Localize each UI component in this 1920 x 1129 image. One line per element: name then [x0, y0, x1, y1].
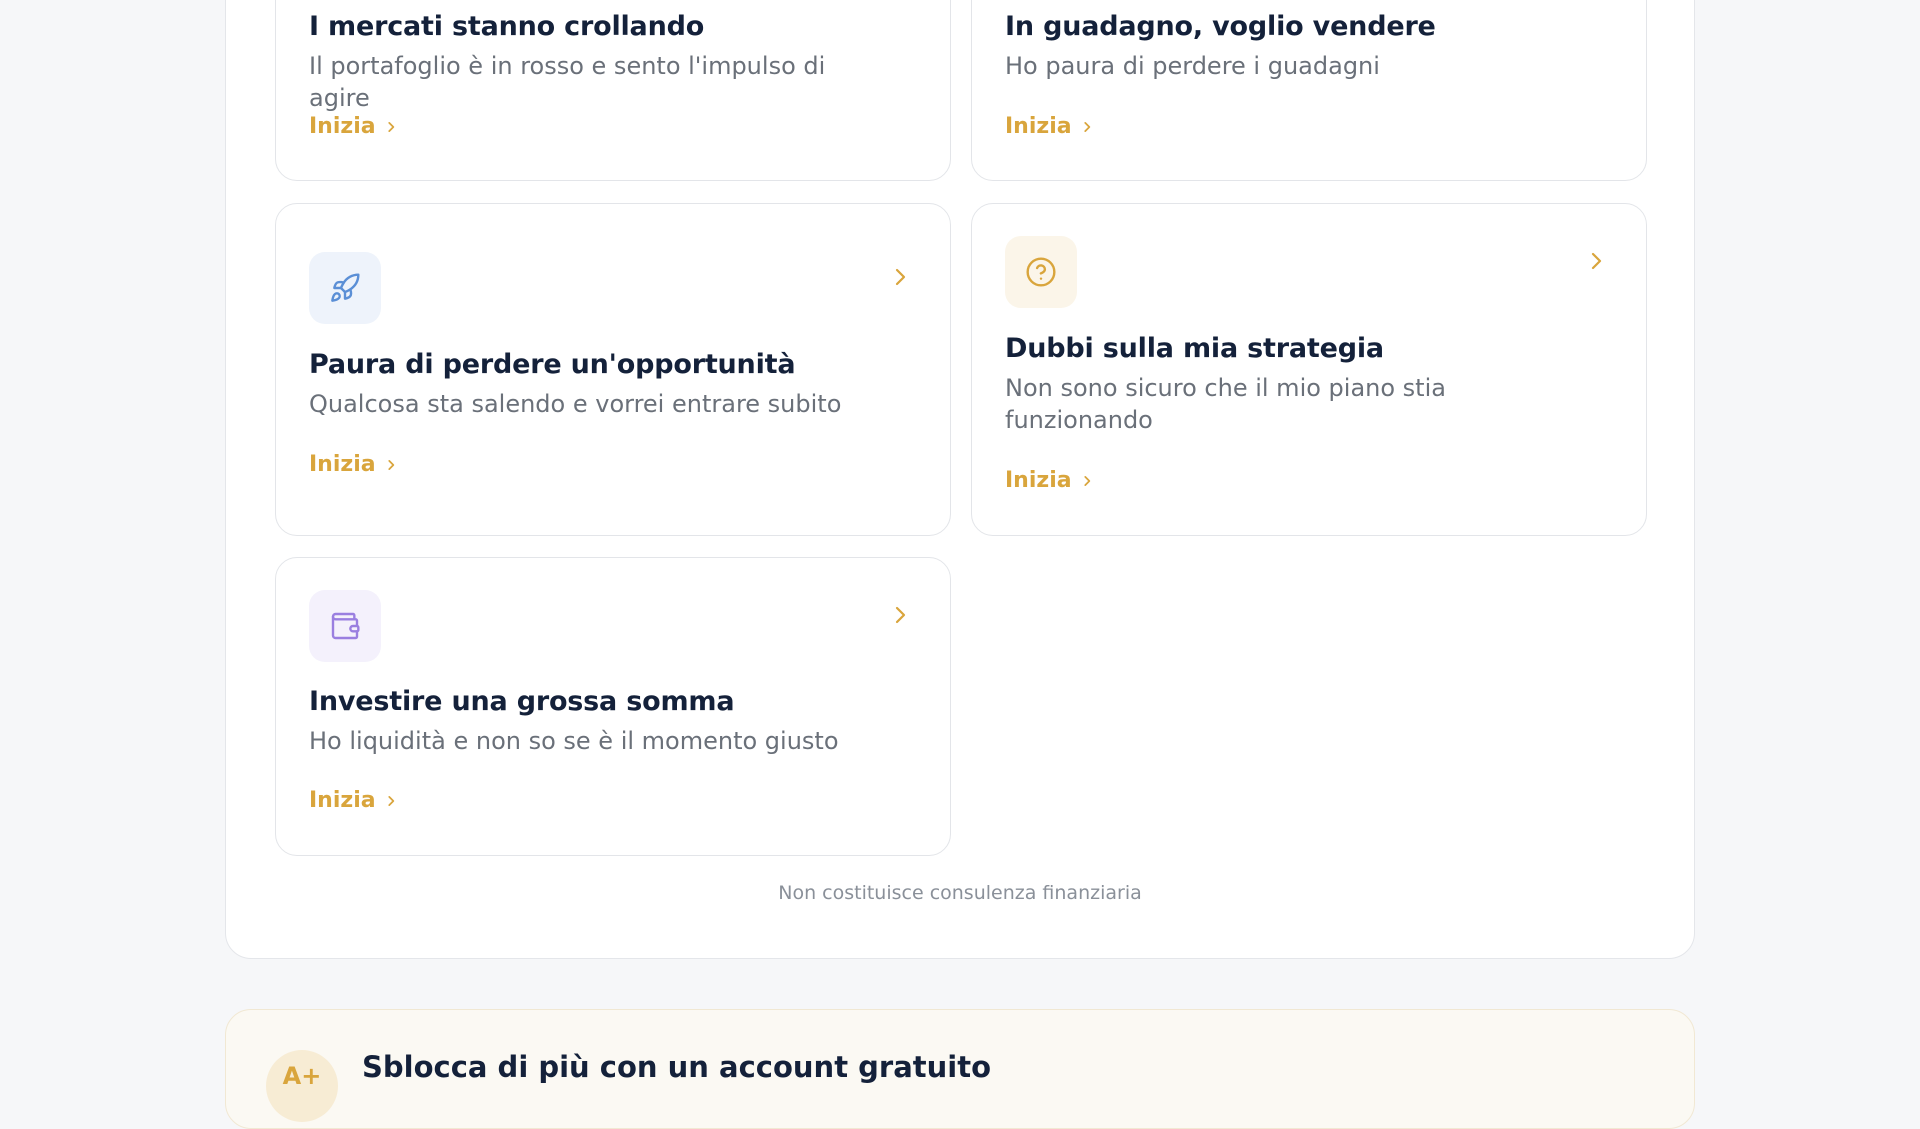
chevron-right-icon: [387, 459, 394, 470]
promo-title: Sblocca di più con un account gratuito: [362, 1050, 992, 1084]
signup-promo-banner[interactable]: A+ Sblocca di più con un account gratuit…: [225, 1009, 1695, 1129]
start-label: Inizia: [1005, 114, 1072, 139]
question-circle-icon: [1026, 257, 1056, 287]
start-link[interactable]: Inizia: [309, 114, 398, 139]
card-title: Paura di perdere un'opportunità: [309, 349, 796, 380]
start-label: Inizia: [309, 114, 376, 139]
chevron-right-icon: [1083, 121, 1090, 132]
chevron-right-icon: [387, 795, 394, 806]
scenario-card-fomo[interactable]: Paura di perdere un'opportunità Qualcosa…: [275, 203, 951, 536]
scenario-card-large-sum[interactable]: Investire una grossa somma Ho liquidità …: [275, 557, 951, 856]
card-title: In guadagno, voglio vendere: [1005, 11, 1436, 42]
scenario-card-in-profit[interactable]: In guadagno, voglio vendere Ho paura di …: [971, 0, 1647, 181]
scenario-card-strategy-doubts[interactable]: Dubbi sulla mia strategia Non sono sicur…: [971, 203, 1647, 536]
start-link[interactable]: Inizia: [309, 788, 398, 813]
card-description: Il portafoglio è in rosso e sento l'impu…: [309, 52, 826, 112]
chevron-right-icon[interactable]: [888, 603, 912, 627]
start-label: Inizia: [1005, 468, 1072, 493]
start-label: Inizia: [309, 452, 376, 477]
rocket-icon-box: [309, 252, 381, 324]
card-title: I mercati stanno crollando: [309, 11, 705, 42]
chevron-right-icon[interactable]: [888, 265, 912, 289]
card-title: Dubbi sulla mia strategia: [1005, 333, 1384, 364]
rocket-icon: [331, 273, 360, 302]
wallet-icon-box: [309, 590, 381, 662]
start-link[interactable]: Inizia: [1005, 468, 1094, 493]
start-link[interactable]: Inizia: [1005, 114, 1094, 139]
chevron-right-icon: [1083, 475, 1090, 486]
upgrade-icon: A+: [266, 1050, 338, 1122]
card-description: Non sono sicuro che il mio piano stia fu…: [1005, 374, 1446, 434]
scenario-card-markets-crashing[interactable]: I mercati stanno crollando Il portafogli…: [275, 0, 951, 181]
chevron-right-icon[interactable]: [1584, 249, 1608, 273]
card-description: Ho liquidità e non so se è il momento gi…: [309, 727, 839, 755]
chevron-right-icon: [387, 121, 394, 132]
card-title: Investire una grossa somma: [309, 686, 735, 717]
card-description: Ho paura di perdere i guadagni: [1005, 52, 1380, 80]
card-description: Qualcosa sta salendo e vorrei entrare su…: [309, 390, 842, 418]
wallet-icon: [331, 612, 360, 640]
question-icon-box: [1005, 236, 1077, 308]
disclaimer-text: Non costituisce consulenza finanziaria: [778, 882, 1142, 904]
start-label: Inizia: [309, 788, 376, 813]
start-link[interactable]: Inizia: [309, 452, 398, 477]
